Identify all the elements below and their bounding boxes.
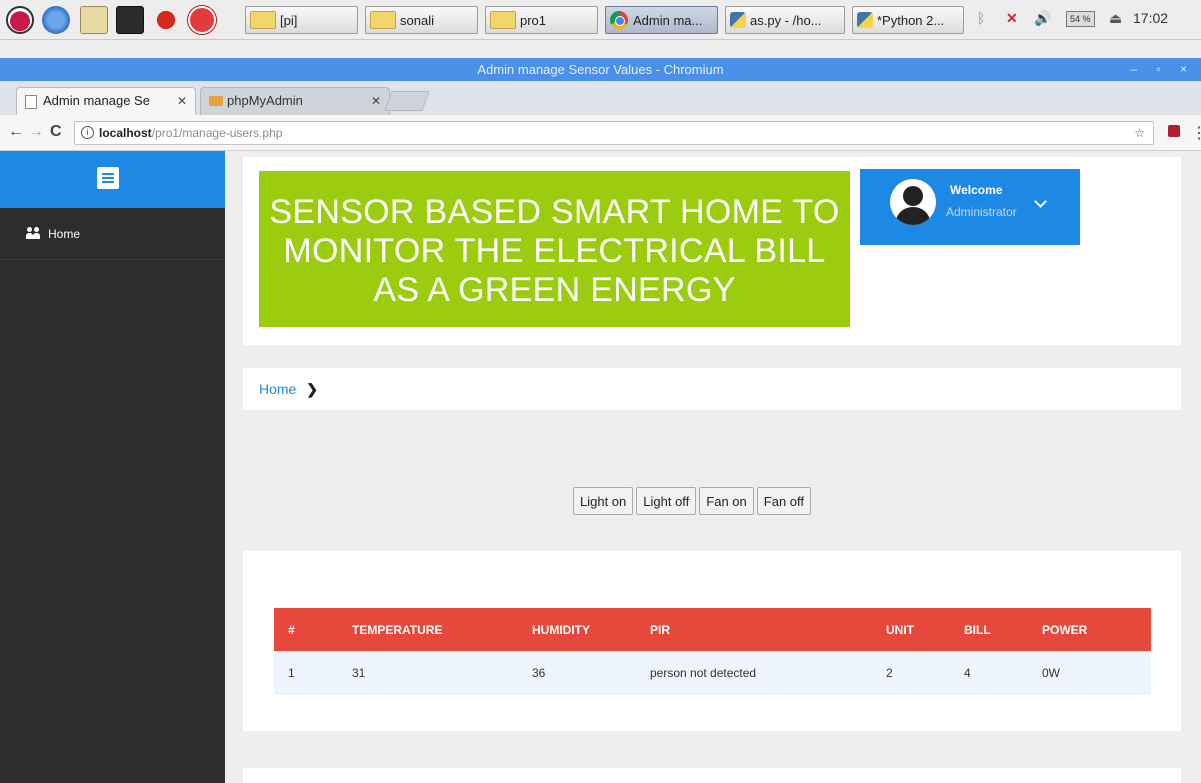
task-folder-pro1[interactable]: pro1	[485, 6, 598, 34]
forward-arrow-icon[interactable]: →	[28, 123, 44, 141]
fan-off-button[interactable]: Fan off	[756, 487, 812, 515]
task-python-shell[interactable]: *Python 2...	[852, 6, 964, 34]
file-manager-icon[interactable]	[80, 6, 108, 34]
table-cell: 36	[518, 651, 636, 695]
device-controls: Light on Light off Fan on Fan off	[573, 487, 812, 515]
fan-on-button[interactable]: Fan on	[699, 487, 754, 515]
math-kernel-icon[interactable]	[152, 6, 180, 34]
close-tab-icon[interactable]: ✕	[177, 88, 187, 114]
light-on-button[interactable]: Light on	[573, 487, 634, 515]
wolfram-icon[interactable]	[188, 6, 216, 34]
python-icon	[857, 12, 873, 28]
welcome-username: Administrator	[946, 205, 1017, 219]
os-taskbar: [pi] sonali pro1 Admin ma... as.py - /ho…	[0, 0, 1201, 40]
banner-line: MONITOR THE ELECTRICAL BILL	[283, 232, 826, 270]
sensor-values-table: # TEMPERATURE HUMIDITY PIR UNIT BILL POW…	[274, 608, 1151, 695]
tab-label: Admin manage Se	[43, 93, 150, 108]
raspberry-menu-icon[interactable]	[6, 6, 34, 34]
table-cell: 0W	[1028, 651, 1151, 695]
window-controls[interactable]: – ▫ ×	[1130, 58, 1195, 81]
banner-line: AS A GREEN ENERGY	[373, 271, 736, 309]
table-cell: 31	[338, 651, 518, 695]
info-icon[interactable]: i	[81, 126, 94, 139]
cpu-usage-badge: 54 %	[1066, 11, 1095, 27]
tab-admin-manage[interactable]: Admin manage Se ✕	[16, 87, 196, 115]
table-cell: 2	[872, 651, 950, 695]
web-page: Home SENSOR BASED SMART HOME TO MONITOR …	[0, 151, 1201, 783]
breadcrumb-home-link[interactable]: Home	[259, 381, 296, 397]
bookmark-star-icon[interactable]: ☆	[1134, 122, 1145, 144]
table-header-row: # TEMPERATURE HUMIDITY PIR UNIT BILL POW…	[274, 608, 1151, 651]
url-host: localhost	[99, 126, 152, 140]
menu-kebab-icon[interactable]: ⋮	[1191, 123, 1201, 143]
window-title: Admin manage Sensor Values - Chromium	[477, 62, 724, 77]
browser-toolbar: ← → C i localhost/pro1/manage-users.php …	[0, 115, 1201, 151]
site-banner: SENSOR BASED SMART HOME TO MONITOR THE E…	[259, 171, 850, 327]
python-icon	[730, 12, 746, 28]
users-icon	[26, 227, 40, 239]
chevron-down-icon	[1034, 195, 1047, 208]
reload-icon[interactable]: C	[50, 123, 62, 141]
close-tab-icon[interactable]: ✕	[371, 88, 381, 114]
footer-panel	[243, 768, 1181, 783]
menu-toggle-button[interactable]	[0, 151, 225, 208]
sidebar: Home	[0, 151, 225, 783]
task-folder-sonali[interactable]: sonali	[365, 6, 478, 34]
folder-icon	[490, 11, 516, 29]
banner-line: SENSOR BASED SMART HOME TO	[269, 193, 840, 231]
volume-icon[interactable]: 🔊	[1034, 10, 1051, 27]
column-header: UNIT	[872, 608, 950, 651]
tab-phpmyadmin[interactable]: phpMyAdmin ✕	[200, 87, 390, 115]
breadcrumb: Home ❯	[243, 368, 1181, 410]
back-arrow-icon[interactable]: ←	[8, 123, 24, 141]
table-cell: 1	[274, 651, 338, 695]
phpmyadmin-icon	[209, 96, 223, 106]
sidebar-item-label: Home	[48, 227, 81, 241]
column-header: BILL	[950, 608, 1028, 651]
task-chromium[interactable]: Admin ma...	[605, 6, 718, 34]
sidebar-item-home[interactable]: Home	[0, 208, 225, 260]
chromium-icon	[610, 11, 628, 29]
extension-icon[interactable]	[1168, 125, 1180, 137]
address-bar[interactable]: i localhost/pro1/manage-users.php ☆	[74, 121, 1154, 145]
network-disconnected-icon[interactable]: ✕	[1006, 10, 1018, 27]
avatar	[890, 179, 936, 225]
bluetooth-icon[interactable]: ᛒ	[977, 10, 985, 26]
column-header: PIR	[636, 608, 872, 651]
task-python-editor[interactable]: as.py - /ho...	[725, 6, 845, 34]
page-icon	[25, 95, 37, 109]
eject-icon[interactable]: ⏏	[1109, 10, 1122, 27]
column-header: TEMPERATURE	[338, 608, 518, 651]
clock[interactable]: 17:02	[1133, 10, 1168, 26]
header-panel: SENSOR BASED SMART HOME TO MONITOR THE E…	[243, 157, 1181, 345]
table-cell: person not detected	[636, 651, 872, 695]
url-path: /pro1/manage-users.php	[151, 126, 283, 140]
folder-icon	[250, 11, 276, 29]
web-browser-icon[interactable]	[42, 6, 70, 34]
column-header: HUMIDITY	[518, 608, 636, 651]
chevron-right-icon: ❯	[306, 381, 318, 397]
user-menu[interactable]: Welcome Administrator	[860, 169, 1080, 245]
light-off-button[interactable]: Light off	[636, 487, 697, 515]
hamburger-icon	[97, 167, 119, 189]
column-header: #	[274, 608, 338, 651]
window-titlebar[interactable]: Admin manage Sensor Values - Chromium – …	[0, 58, 1201, 81]
new-tab-button[interactable]	[384, 91, 430, 111]
task-folder-pi[interactable]: [pi]	[245, 6, 358, 34]
welcome-title: Welcome	[950, 183, 1003, 197]
folder-icon	[370, 11, 396, 29]
tab-label: phpMyAdmin	[227, 93, 303, 108]
table-cell: 4	[950, 651, 1028, 695]
column-header: POWER	[1028, 608, 1151, 651]
browser-tab-strip: Admin manage Se ✕ phpMyAdmin ✕	[0, 81, 1201, 115]
table-row: 1 31 36 person not detected 2 4 0W	[274, 651, 1151, 695]
terminal-icon[interactable]	[116, 6, 144, 34]
sensor-table-panel: # TEMPERATURE HUMIDITY PIR UNIT BILL POW…	[243, 551, 1181, 731]
